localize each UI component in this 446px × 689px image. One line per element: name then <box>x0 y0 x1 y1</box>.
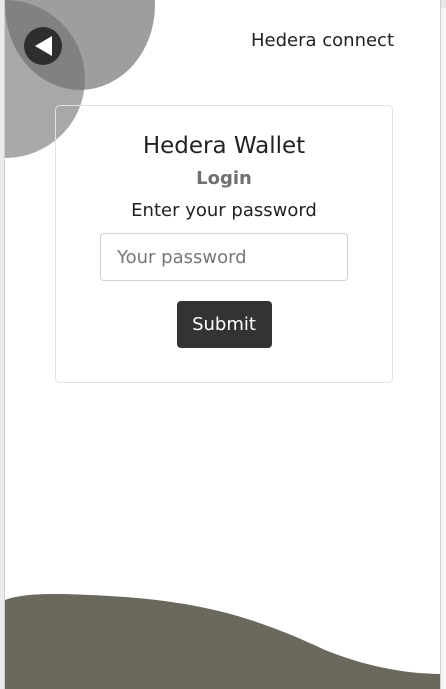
password-input[interactable] <box>100 233 348 281</box>
submit-button[interactable]: Submit <box>176 301 272 348</box>
header-title: Hedera connect <box>250 30 394 51</box>
login-card: Hedera Wallet Login Enter your password … <box>55 105 393 383</box>
back-button[interactable] <box>24 27 62 65</box>
login-subtitle: Login <box>196 168 252 189</box>
page-background <box>441 8 446 689</box>
back-arrow-icon <box>35 36 52 56</box>
decorative-wave <box>5 593 440 689</box>
extension-popup: Hedera connect Hedera Wallet Login Enter… <box>4 0 441 689</box>
password-prompt: Enter your password <box>131 200 317 221</box>
wallet-title: Hedera Wallet <box>142 133 306 159</box>
